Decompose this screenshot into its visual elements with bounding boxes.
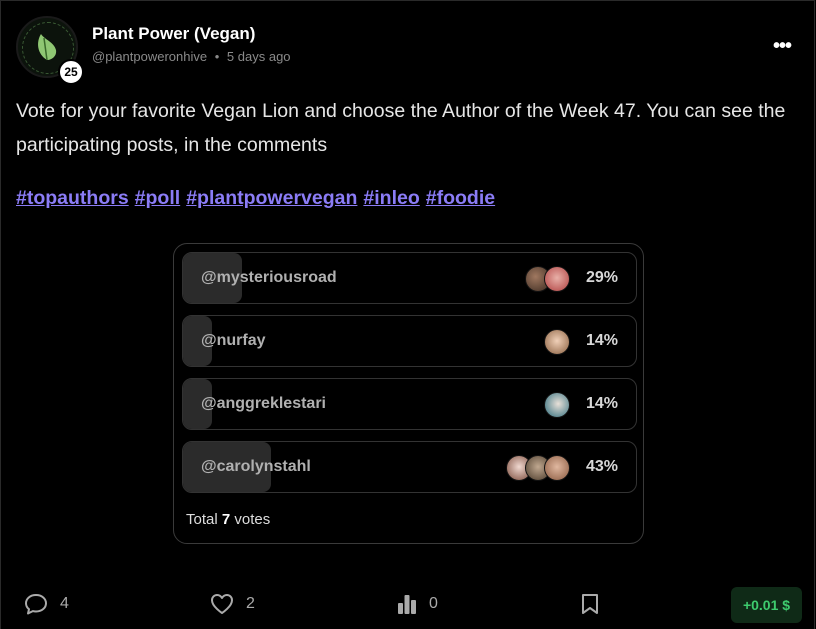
- voter-avatars: [506, 455, 570, 481]
- poll-total-suffix: votes: [234, 511, 271, 528]
- post-body: Vote for your favorite Vegan Lion and ch…: [16, 100, 786, 156]
- likes-count: 2: [246, 595, 255, 612]
- poll-option-label: @mysteriousroad: [201, 269, 337, 286]
- poll: @mysteriousroad 29% @nurfay 14% @anggrek…: [173, 243, 644, 544]
- poll-option-percent: 29%: [585, 269, 618, 286]
- comments-button[interactable]: 4: [24, 593, 69, 615]
- author-name[interactable]: Plant Power (Vegan): [92, 24, 255, 44]
- more-options-button[interactable]: •••: [767, 34, 797, 58]
- hashtag-link[interactable]: #plantpowervegan: [186, 187, 357, 209]
- reputation-badge: 25: [58, 59, 84, 85]
- poll-option-label: @nurfay: [201, 332, 266, 349]
- poll-option[interactable]: @carolynstahl 43%: [182, 441, 637, 493]
- poll-total-prefix: Total: [186, 511, 218, 528]
- bar-chart-icon: [398, 595, 416, 614]
- voter-avatar: [544, 329, 570, 355]
- poll-option[interactable]: @nurfay 14%: [182, 315, 637, 367]
- poll-option-percent: 43%: [585, 458, 618, 475]
- hashtag-link[interactable]: #inleo: [363, 187, 419, 209]
- hashtag-link[interactable]: #poll: [135, 187, 181, 209]
- poll-option-label: @anggreklestari: [201, 395, 326, 412]
- hashtag-list: #topauthors #poll #plantpowervegan #inleo #f…: [16, 187, 501, 210]
- views-button[interactable]: 0: [397, 593, 438, 615]
- voter-avatars: [544, 329, 570, 355]
- author-handle[interactable]: @plantpoweronhive: [92, 49, 207, 64]
- post-meta: @plantpoweronhive • 5 days ago: [92, 49, 291, 64]
- bookmark-icon: [582, 594, 598, 614]
- bookmark-button[interactable]: [581, 593, 611, 615]
- like-button[interactable]: 2: [210, 593, 255, 615]
- payout-button[interactable]: +0.01 $: [731, 587, 802, 623]
- poll-total-count: 7: [221, 511, 231, 528]
- poll-option[interactable]: @anggreklestari 14%: [182, 378, 637, 430]
- voter-avatar: [544, 266, 570, 292]
- hashtag-link[interactable]: #foodie: [426, 187, 495, 209]
- views-count: 0: [429, 595, 438, 612]
- post-card: 25 Plant Power (Vegan) @plantpoweronhive…: [0, 0, 815, 629]
- poll-option-label: @carolynstahl: [201, 458, 311, 475]
- poll-total: Total 7 votes: [186, 511, 270, 528]
- heart-icon: [211, 594, 233, 614]
- voter-avatars: [525, 266, 570, 292]
- poll-option-percent: 14%: [585, 395, 618, 412]
- comment-bubble-icon: [25, 594, 47, 615]
- hashtag-link[interactable]: #topauthors: [16, 187, 129, 209]
- voter-avatars: [544, 392, 570, 418]
- voter-avatar: [544, 455, 570, 481]
- poll-option[interactable]: @mysteriousroad 29%: [182, 252, 637, 304]
- meta-separator: •: [214, 49, 220, 64]
- post-time[interactable]: 5 days ago: [227, 49, 291, 64]
- comments-count: 4: [60, 595, 69, 612]
- voter-avatar: [544, 392, 570, 418]
- poll-option-percent: 14%: [585, 332, 618, 349]
